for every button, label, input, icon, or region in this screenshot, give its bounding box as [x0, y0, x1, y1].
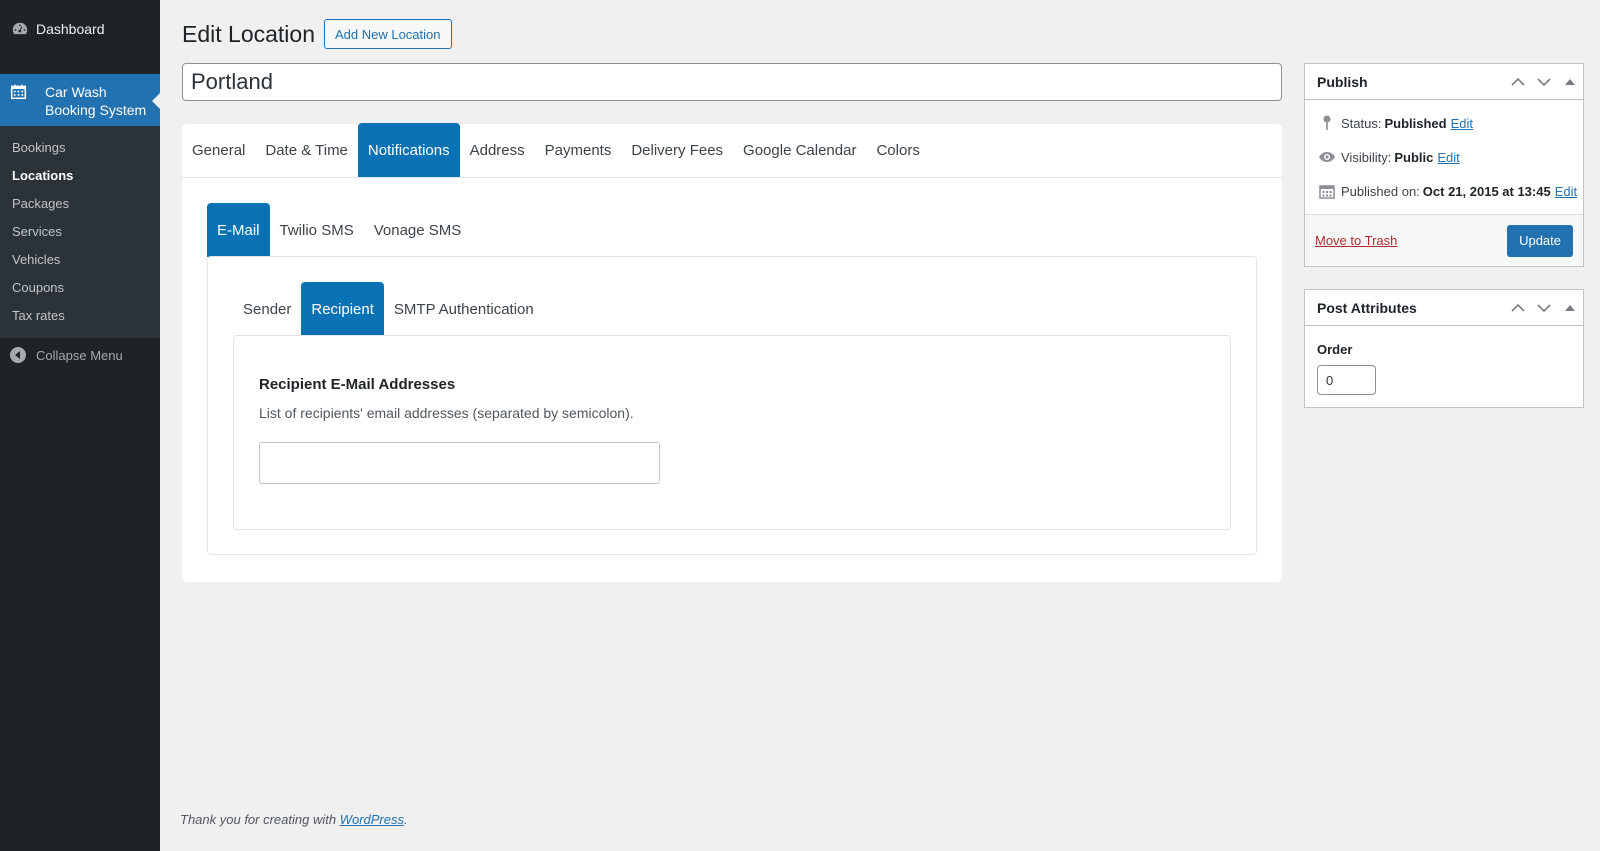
tab-email[interactable]: E-Mail — [207, 203, 270, 257]
admin-sidebar: Dashboard Car Wash Booking System Bookin… — [0, 0, 160, 851]
publish-box-actions — [1505, 64, 1583, 100]
main-tabs: General Date & Time Notifications Addres… — [182, 123, 1282, 178]
notifications-subpanel: E-Mail Twilio SMS Vonage SMS Sender Reci… — [207, 203, 1257, 555]
submenu-item-locations[interactable]: Locations — [0, 162, 160, 190]
publish-box-title: Publish — [1317, 73, 1368, 90]
tab-smtp-authentication[interactable]: SMTP Authentication — [384, 282, 544, 336]
submenu-item-coupons[interactable]: Coupons — [0, 274, 160, 302]
tab-twilio-sms[interactable]: Twilio SMS — [270, 203, 364, 257]
move-down-icon[interactable] — [1531, 290, 1557, 326]
move-to-trash-link[interactable]: Move to Trash — [1315, 233, 1397, 248]
tab-google-calendar[interactable]: Google Calendar — [733, 123, 866, 177]
sidebar-label-line1: Car Wash — [45, 84, 107, 100]
status-label: Status: — [1341, 115, 1382, 131]
tab-vonage-sms[interactable]: Vonage SMS — [364, 203, 472, 257]
settings-panel: General Date & Time Notifications Addres… — [182, 123, 1282, 582]
post-attributes-actions — [1505, 290, 1583, 326]
tab-date-time[interactable]: Date & Time — [255, 123, 358, 177]
sidebar-item-dashboard[interactable]: Dashboard — [0, 12, 160, 46]
visibility-row: Visibility: Public Edit — [1305, 140, 1583, 174]
move-down-icon[interactable] — [1531, 64, 1557, 100]
heading-row: Edit Location Add New Location — [182, 19, 452, 49]
recipient-settings-box: Recipient E-Mail Addresses List of recip… — [233, 335, 1231, 530]
wordpress-link[interactable]: WordPress — [340, 812, 404, 827]
recipient-email-input[interactable] — [259, 442, 660, 484]
published-on-label: Published on: — [1341, 183, 1420, 199]
published-on-row: Published on: Oct 21, 2015 at 13:45 Edit — [1305, 174, 1583, 208]
order-input[interactable]: 0 — [1317, 365, 1376, 395]
submenu-item-services[interactable]: Services — [0, 218, 160, 246]
collapse-menu-label: Collapse Menu — [36, 347, 123, 363]
order-label: Order — [1317, 342, 1353, 357]
sidebar-item-label: Dashboard — [36, 21, 105, 37]
publish-box: Publish Status: Published Edit Visibility:… — [1304, 63, 1584, 267]
edit-visibility-link[interactable]: Edit — [1437, 150, 1459, 165]
calendar-icon — [10, 83, 30, 103]
post-attributes-title: Post Attributes — [1317, 299, 1417, 316]
collapse-menu-button[interactable]: Collapse Menu — [0, 338, 160, 372]
tab-recipient[interactable]: Recipient — [301, 282, 384, 336]
sidebar-label-line2: Booking System — [45, 102, 147, 118]
collapse-icon — [10, 347, 26, 363]
sidebar-item-label: Car Wash Booking System — [45, 83, 146, 119]
email-subpanel: Sender Recipient SMTP Authentication Rec… — [233, 282, 1231, 530]
post-title-input[interactable]: Portland — [182, 63, 1282, 101]
publish-actions: Move to Trash Update — [1305, 214, 1583, 266]
notification-channel-tabs: E-Mail Twilio SMS Vonage SMS — [207, 203, 1257, 257]
sidebar-submenu: Bookings Locations Packages Services Veh… — [0, 126, 160, 338]
tab-delivery-fees[interactable]: Delivery Fees — [621, 123, 733, 177]
submenu-item-tax-rates[interactable]: Tax rates — [0, 302, 160, 330]
email-settings-box: Sender Recipient SMTP Authentication Rec… — [207, 256, 1257, 555]
recipient-field-description: List of recipients' email addresses (sep… — [259, 405, 634, 421]
pin-icon — [1317, 113, 1337, 133]
footer-suffix: . — [404, 812, 408, 827]
tab-sender[interactable]: Sender — [233, 282, 301, 336]
edit-date-link[interactable]: Edit — [1555, 184, 1577, 199]
tab-address[interactable]: Address — [460, 123, 535, 177]
sidebar-item-car-wash[interactable]: Car Wash Booking System — [0, 74, 160, 126]
recipient-field-title: Recipient E-Mail Addresses — [259, 376, 456, 393]
submenu-item-bookings[interactable]: Bookings — [0, 134, 160, 162]
collapse-box-icon[interactable] — [1557, 64, 1583, 100]
submenu-item-vehicles[interactable]: Vehicles — [0, 246, 160, 274]
submenu-item-packages[interactable]: Packages — [0, 190, 160, 218]
dashboard-icon — [10, 19, 30, 39]
admin-footer: Thank you for creating with WordPress. — [180, 812, 408, 827]
collapse-box-icon[interactable] — [1557, 290, 1583, 326]
move-up-icon[interactable] — [1505, 290, 1531, 326]
move-up-icon[interactable] — [1505, 64, 1531, 100]
update-button[interactable]: Update — [1507, 224, 1573, 257]
footer-text: Thank you for creating with — [180, 812, 337, 827]
published-on-value: Oct 21, 2015 at 13:45 — [1422, 183, 1551, 199]
email-tabs: Sender Recipient SMTP Authentication — [233, 282, 1231, 336]
add-new-location-button[interactable]: Add New Location — [323, 19, 452, 49]
post-attributes-header: Post Attributes — [1305, 290, 1583, 326]
edit-status-link[interactable]: Edit — [1451, 116, 1473, 131]
eye-icon — [1317, 147, 1337, 167]
tab-payments[interactable]: Payments — [535, 123, 622, 177]
visibility-label: Visibility: — [1341, 149, 1392, 165]
post-attributes-box: Post Attributes Order 0 — [1304, 289, 1584, 408]
visibility-value: Public — [1394, 149, 1434, 165]
page-title: Edit Location — [182, 20, 315, 47]
tab-general[interactable]: General — [182, 123, 255, 177]
main-content: Edit Location Add New Location Portland … — [160, 0, 1600, 851]
tab-notifications[interactable]: Notifications — [357, 123, 460, 177]
status-row: Status: Published Edit — [1305, 106, 1583, 140]
calendar-icon — [1317, 181, 1337, 201]
publish-box-header: Publish — [1305, 64, 1583, 100]
status-value: Published — [1384, 115, 1447, 131]
tab-colors[interactable]: Colors — [866, 123, 929, 177]
